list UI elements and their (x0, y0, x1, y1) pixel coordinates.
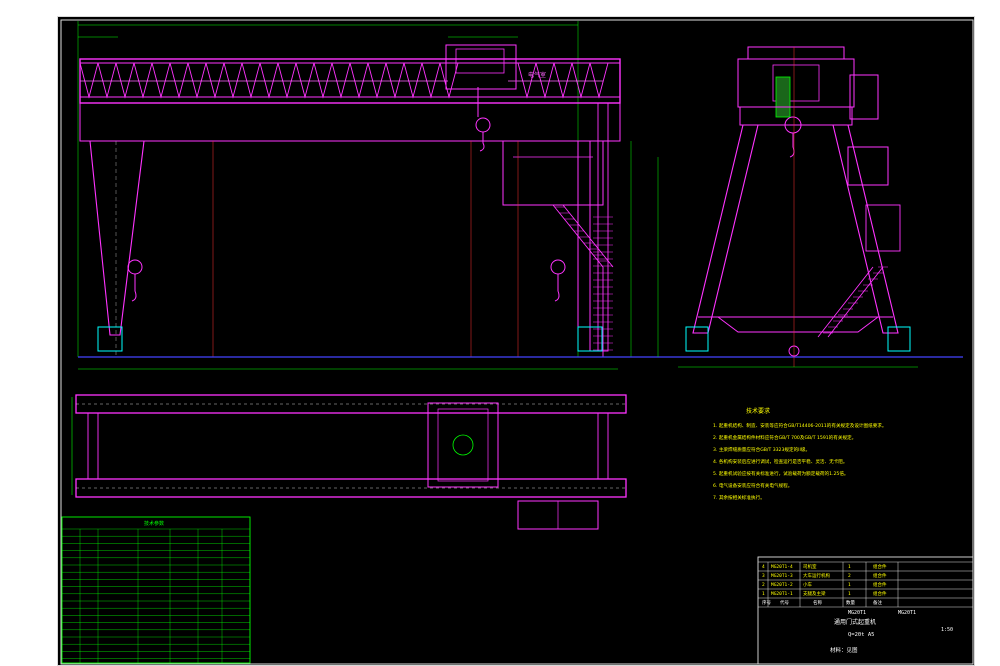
note-line: 2. 起重机金属结构件材料应符合GB/T 700及GB/T 1591的有关规定。 (713, 434, 856, 441)
params-title: 技术参数 (144, 520, 164, 527)
bom-cell: 组合件 (873, 581, 887, 588)
note-line: 5. 起重机试验应按有关标准进行，试验载荷为额定载荷的1.25倍。 (713, 470, 849, 477)
note-line: 3. 主梁焊缝质量应符合GB/T 3323规定的II级。 (713, 446, 810, 453)
note-line: 6. 电气设备安装应符合有关电气规程。 (713, 482, 792, 489)
bom-cell: 1 (848, 591, 851, 597)
bom-cell: 大车运行机构 (803, 572, 830, 579)
note-line: 7. 其余按相关标准执行。 (713, 494, 765, 501)
title-block: 4 MG20T1-4 司机室 1 组合件 3 MG20T1-3 大车运行机构 2… (757, 556, 974, 665)
bom-cell: MG20T1-3 (771, 573, 793, 579)
bom-cell: 1 (762, 591, 765, 597)
electric-room-label: 电气室 (528, 71, 546, 79)
side-elevation (657, 46, 918, 368)
bom-cell: 1 (848, 564, 851, 570)
notes-title: 技术要求 (746, 407, 770, 415)
bom-cell: 1 (848, 582, 851, 588)
bom-header-cell: 序号 (762, 599, 771, 606)
bom-cell: MG20T1-4 (771, 564, 793, 570)
bom-cell: 4 (762, 564, 765, 570)
bom-cell: 组合件 (873, 572, 887, 579)
bom-cell: MG20T1-1 (771, 591, 793, 597)
bom-cell: 小车 (803, 581, 812, 588)
technical-notes: 技术要求 1. 起重机结构、制造、安装等应符合GB/T14406-2011的有关… (713, 407, 887, 501)
plan-view (71, 394, 627, 530)
bom-header-cell: 备注 (873, 599, 882, 606)
drawing-scale: 1:50 (941, 627, 953, 633)
note-line: 4. 各机构安装后应进行调试，检查运行是否平稳、灵活、无卡阻。 (713, 458, 847, 465)
bom-cell: 司机室 (803, 563, 817, 570)
bom-cell: 支腿及主梁 (803, 590, 826, 597)
drawing-spec: Q=20t A5 (848, 632, 875, 638)
parameter-table: 技术参数 (61, 516, 251, 664)
drawing-sheet: 电气室 技术要求 1. 起重机结构、制造、安装等应符合GB/T14406-201… (57, 16, 975, 666)
drawing-code: MG20T1 (848, 610, 866, 616)
bom-cell: 2 (848, 573, 851, 579)
bom-cell: 2 (762, 582, 765, 588)
cad-drawing: 电气室 技术要求 1. 起重机结构、制造、安装等应符合GB/T14406-201… (60, 19, 974, 665)
drawing-name: 通用门式起重机 (834, 618, 876, 626)
bom-header-cell: 数量 (846, 599, 855, 606)
bom-header-cell: 代号 (780, 599, 789, 606)
drawing-code-right: MG20T1 (898, 610, 916, 616)
bom-cell: 组合件 (873, 590, 887, 597)
bom-header-cell: 名称 (813, 599, 822, 606)
bom-cell: MG20T1-2 (771, 582, 793, 588)
drawing-material: 材料：见图 (830, 646, 858, 654)
bom-cell: 3 (762, 573, 765, 579)
stage: 电气室 技术要求 1. 起重机结构、制造、安装等应符合GB/T14406-201… (0, 0, 1000, 666)
bom-cell: 组合件 (873, 563, 887, 570)
note-line: 1. 起重机结构、制造、安装等应符合GB/T14406-2011的有关规定及设计… (713, 422, 887, 429)
